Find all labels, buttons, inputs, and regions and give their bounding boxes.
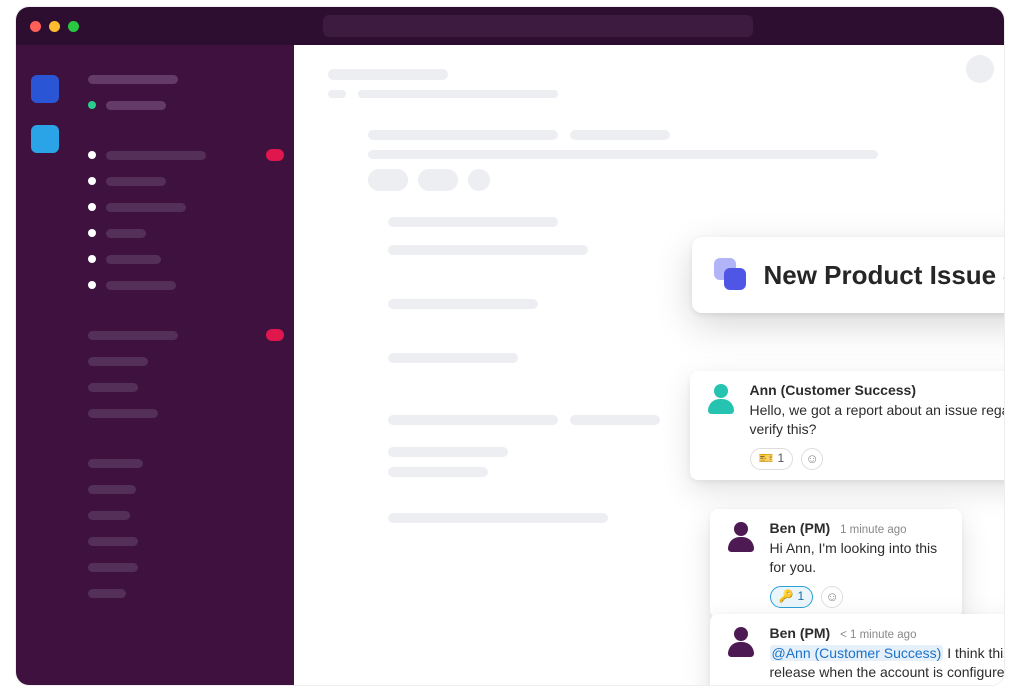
bullet-icon: [88, 151, 96, 159]
message-1[interactable]: Ann (Customer Success) Hello, we got a r…: [690, 371, 1004, 480]
message-timestamp: < 1 minute ago: [840, 629, 916, 641]
bullet-icon: [88, 177, 96, 185]
sidebar-item[interactable]: [88, 585, 280, 601]
message-text: @Ann (Customer Success) I think this is …: [770, 644, 1004, 685]
app-icon: [714, 258, 748, 292]
message-pane: New Product Issue #312 Ann (Customer Suc…: [294, 45, 1004, 685]
workspace-switcher-2[interactable]: [31, 125, 59, 153]
notification-card[interactable]: New Product Issue #312: [692, 237, 1004, 313]
reaction-pill[interactable]: 🎫 1: [750, 448, 794, 470]
sidebar-item[interactable]: [88, 559, 280, 575]
titlebar: [16, 7, 1004, 45]
channel-sidebar: [74, 45, 294, 685]
add-emoji-icon: ☺: [826, 588, 839, 606]
add-reaction-button[interactable]: ☺: [801, 448, 823, 470]
avatar-icon: [704, 381, 738, 415]
key-emoji-icon: 🔑: [779, 588, 794, 605]
message-3[interactable]: Ben (PM) < 1 minute ago @Ann (Customer S…: [710, 614, 1004, 685]
ticket-emoji-icon: 🎫: [759, 450, 774, 467]
sidebar-item[interactable]: [88, 225, 280, 241]
reaction-pill[interactable]: 🔑 1: [770, 586, 814, 608]
sidebar-item[interactable]: [88, 327, 280, 343]
card-title: New Product Issue #312: [764, 260, 1004, 291]
avatar-icon: [724, 519, 758, 553]
sidebar-item[interactable]: [88, 353, 280, 369]
sidebar-item[interactable]: [88, 379, 280, 395]
workspace-rail: [16, 45, 74, 685]
maximize-window-icon[interactable]: [68, 21, 79, 32]
search-input[interactable]: [323, 15, 753, 37]
mention[interactable]: @Ann (Customer Success): [770, 645, 944, 661]
message-text: Hello, we got a report about an issue re…: [750, 401, 1004, 440]
message-text: Hi Ann, I'm looking into this for you.: [770, 539, 948, 578]
minimize-window-icon[interactable]: [49, 21, 60, 32]
presence-dot-icon: [88, 101, 96, 109]
message-author: Ben (PM): [770, 625, 831, 641]
sidebar-item[interactable]: [88, 173, 280, 189]
add-emoji-icon: ☺: [806, 450, 819, 468]
app-window: New Product Issue #312 Ann (Customer Suc…: [15, 6, 1005, 686]
bullet-icon: [88, 229, 96, 237]
sidebar-item[interactable]: [88, 251, 280, 267]
sidebar-item[interactable]: [88, 405, 280, 421]
sidebar-item[interactable]: [88, 71, 280, 87]
avatar-icon: [724, 624, 758, 658]
message-timestamp: 1 minute ago: [840, 524, 907, 536]
message-author: Ann (Customer Success): [750, 381, 1004, 401]
message-author: Ben (PM): [770, 520, 831, 536]
add-reaction-button[interactable]: ☺: [821, 586, 843, 608]
sidebar-item[interactable]: [88, 533, 280, 549]
reaction-count: 1: [777, 450, 784, 467]
sidebar-item[interactable]: [88, 277, 280, 293]
bullet-icon: [88, 203, 96, 211]
workspace-switcher-1[interactable]: [31, 75, 59, 103]
sidebar-item[interactable]: [88, 147, 280, 163]
reaction-count: 1: [797, 588, 804, 605]
user-menu-avatar[interactable]: [966, 55, 994, 83]
sidebar-item[interactable]: [88, 481, 280, 497]
sidebar-item[interactable]: [88, 199, 280, 215]
unread-badge: [266, 149, 284, 161]
unread-badge: [266, 329, 284, 341]
message-2[interactable]: Ben (PM) 1 minute ago Hi Ann, I'm lookin…: [710, 509, 962, 618]
sidebar-item[interactable]: [88, 507, 280, 523]
bullet-icon: [88, 255, 96, 263]
bullet-icon: [88, 281, 96, 289]
close-window-icon[interactable]: [30, 21, 41, 32]
window-controls: [30, 21, 79, 32]
sidebar-item[interactable]: [88, 455, 280, 471]
sidebar-item[interactable]: [88, 97, 280, 113]
